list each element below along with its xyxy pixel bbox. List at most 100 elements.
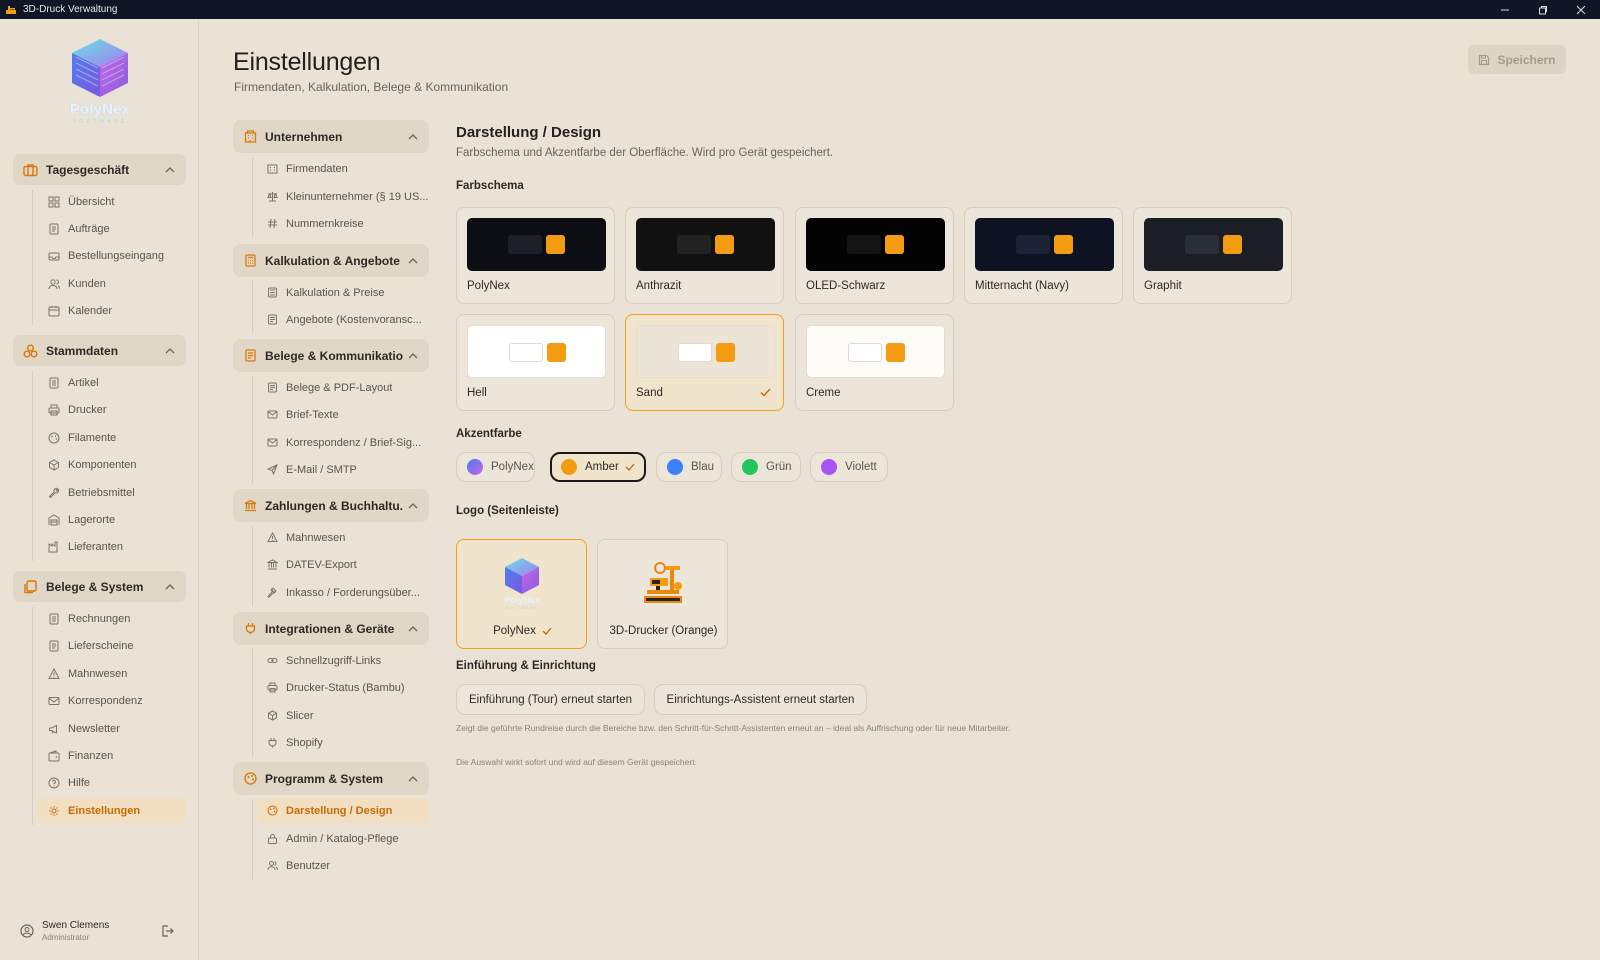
sidebar-item-label: Übersicht: [68, 195, 115, 208]
sidebar-item-rechnungen[interactable]: Rechnungen: [38, 606, 186, 631]
settings-item-label: Inkasso / Forderungsüber...: [286, 586, 420, 599]
accent-option-gr-n[interactable]: Grün: [731, 452, 801, 482]
theme-preview: [467, 325, 606, 378]
sidebar-item-label: Korrespondenz: [68, 694, 143, 707]
theme-option-creme[interactable]: Creme: [795, 314, 954, 411]
settings-item-belege-pdf[interactable]: Belege & PDF-Layout: [257, 375, 429, 400]
section-title: Darstellung / Design: [456, 124, 602, 141]
restore-button[interactable]: [1524, 0, 1562, 19]
accent-option-violett[interactable]: Violett: [810, 452, 888, 482]
theme-option-anthrazit[interactable]: Anthrazit: [625, 207, 784, 304]
settings-item-nummernkreise[interactable]: Nummernkreise: [257, 211, 429, 236]
settings-section-kalkulation[interactable]: Kalkulation & Angebote: [233, 244, 429, 277]
document-icon: [243, 348, 258, 363]
mail-icon: [47, 694, 61, 708]
settings-item-drucker-status[interactable]: Drucker-Status (Bambu): [257, 675, 429, 700]
theme-preview: [636, 325, 775, 378]
settings-item-admin-katalog[interactable]: Admin / Katalog-Pflege: [257, 826, 429, 851]
theme-preview-surface: [1016, 235, 1050, 254]
sidebar-item-kunden[interactable]: Kunden: [38, 271, 186, 296]
accent-swatch: [561, 459, 577, 475]
settings-item-mahnwesen[interactable]: Mahnwesen: [257, 525, 429, 550]
sidebar-item-kalender[interactable]: Kalender: [38, 298, 186, 323]
settings-item-label: Admin / Katalog-Pflege: [286, 832, 399, 845]
nav-group-belege-system[interactable]: Belege & System: [13, 571, 186, 602]
sidebar-item-label: Filamente: [68, 431, 117, 444]
sidebar-item-finanzen[interactable]: Finanzen: [38, 743, 186, 768]
settings-item-slicer[interactable]: Slicer: [257, 703, 429, 728]
settings-item-inkasso[interactable]: Inkasso / Forderungsüber...: [257, 580, 429, 605]
accent-option-polynex[interactable]: PolyNex: [456, 452, 535, 482]
settings-item-angebote[interactable]: Angebote (Kostenvoransc...: [257, 307, 429, 332]
restart-tour-button[interactable]: Einführung (Tour) erneut starten: [456, 684, 645, 715]
settings-item-label: Belege & PDF-Layout: [286, 381, 393, 394]
settings-item-korrespondenz[interactable]: Korrespondenz / Brief-Sig...: [257, 430, 429, 455]
sidebar-item-lagerorte[interactable]: Lagerorte: [38, 507, 186, 532]
nav-group-stammdaten[interactable]: Stammdaten: [13, 335, 186, 366]
calculator-icon: [266, 286, 279, 299]
sidebar-item-uebersicht[interactable]: Übersicht: [38, 189, 186, 214]
settings-item-email-smtp[interactable]: E-Mail / SMTP: [257, 457, 429, 482]
accent-option-amber[interactable]: Amber: [550, 452, 646, 482]
accent-option-blau[interactable]: Blau: [656, 452, 722, 482]
settings-section-zahlungen[interactable]: Zahlungen & Buchhaltu...: [233, 489, 429, 522]
theme-option-graphit[interactable]: Graphit: [1133, 207, 1292, 304]
settings-item-label: Benutzer: [286, 859, 331, 872]
sidebar-item-drucker[interactable]: Drucker: [38, 397, 186, 422]
intro-note: Zeigt die geführte Rundreise durch die B…: [456, 723, 1011, 733]
settings-item-kleinunternehmer[interactable]: Kleinunternehmer (§ 19 US...: [257, 184, 429, 209]
accent-name: Blau: [691, 461, 715, 473]
sidebar-item-hilfe[interactable]: Hilfe: [38, 770, 186, 795]
sidebar-item-betriebsmittel[interactable]: Betriebsmittel: [38, 480, 186, 505]
theme-name: Creme: [806, 387, 841, 399]
help-icon: [47, 776, 61, 790]
settings-section-belege[interactable]: Belege & Kommunikation: [233, 339, 429, 372]
sidebar-item-lieferscheine[interactable]: Lieferscheine: [38, 633, 186, 658]
theme-option-polynex[interactable]: PolyNex: [456, 207, 615, 304]
color-scheme-label: Farbschema: [456, 180, 524, 192]
settings-section-integrationen[interactable]: Integrationen & Geräte: [233, 612, 429, 645]
warehouse-icon: [47, 513, 61, 527]
theme-option-sand[interactable]: Sand: [625, 314, 784, 411]
sidebar-item-einstellungen[interactable]: Einstellungen: [38, 798, 186, 823]
settings-item-firmendaten[interactable]: Firmendaten: [257, 156, 429, 181]
settings-item-brief-texte[interactable]: Brief-Texte: [257, 402, 429, 427]
settings-item-schnellzugriff[interactable]: Schnellzugriff-Links: [257, 648, 429, 673]
logout-icon[interactable]: [160, 924, 174, 938]
logo-option-3d-printer[interactable]: 3D-Drucker (Orange): [597, 539, 728, 649]
logo-option-polynex[interactable]: PolyNex SOFTWARE PolyNex: [456, 539, 587, 649]
palette-icon: [266, 804, 279, 817]
settings-item-datev-export[interactable]: DATEV-Export: [257, 552, 429, 577]
sidebar-item-lieferanten[interactable]: Lieferanten: [38, 534, 186, 559]
briefcase-icon: [22, 162, 38, 178]
accent-name: PolyNex: [491, 461, 534, 473]
sidebar-item-mahnwesen[interactable]: Mahnwesen: [38, 661, 186, 686]
sidebar-item-artikel[interactable]: Artikel: [38, 370, 186, 395]
chevron-up-icon: [407, 500, 419, 512]
sidebar-item-label: Mahnwesen: [68, 667, 128, 680]
sidebar-item-filamente[interactable]: Filamente: [38, 425, 186, 450]
restart-wizard-button[interactable]: Einrichtungs-Assistent erneut starten: [654, 684, 867, 715]
settings-section-unternehmen[interactable]: Unternehmen: [233, 120, 429, 153]
theme-option-hell[interactable]: Hell: [456, 314, 615, 411]
theme-preview: [806, 218, 945, 271]
theme-option-oled-schwarz[interactable]: OLED-Schwarz: [795, 207, 954, 304]
sidebar-item-bestellungseingang[interactable]: Bestellungseingang: [38, 243, 186, 268]
check-icon: [625, 463, 635, 471]
printer-icon: [266, 681, 279, 694]
settings-item-shopify[interactable]: Shopify: [257, 730, 429, 755]
settings-item-kalkulation-preise[interactable]: Kalkulation & Preise: [257, 280, 429, 305]
sidebar-item-komponenten[interactable]: Komponenten: [38, 452, 186, 477]
nav-group-tagesgeschaeft[interactable]: Tagesgeschäft: [13, 154, 186, 185]
close-button[interactable]: [1562, 0, 1600, 19]
settings-item-label: Shopify: [286, 736, 323, 749]
accent-name: Amber: [585, 461, 619, 473]
minimize-button[interactable]: [1486, 0, 1524, 19]
settings-section-programm[interactable]: Programm & System: [233, 762, 429, 795]
theme-option-mitternacht-navy[interactable]: Mitternacht (Navy): [964, 207, 1123, 304]
sidebar-item-newsletter[interactable]: Newsletter: [38, 716, 186, 741]
settings-item-benutzer[interactable]: Benutzer: [257, 853, 429, 878]
sidebar-item-auftraege[interactable]: Aufträge: [38, 216, 186, 241]
sidebar-item-korrespondenz[interactable]: Korrespondenz: [38, 688, 186, 713]
settings-item-darstellung-design[interactable]: Darstellung / Design: [257, 798, 429, 823]
